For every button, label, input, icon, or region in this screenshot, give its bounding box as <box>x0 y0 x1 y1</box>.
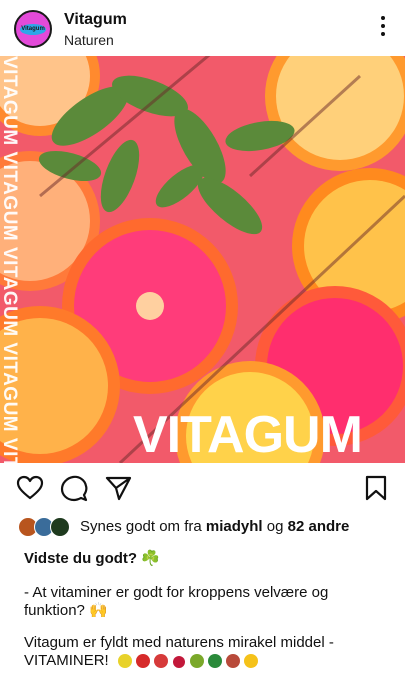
post-image[interactable] <box>0 56 405 463</box>
caption-line-vitamins: - At vitaminer er godt for kroppens velv… <box>24 584 329 619</box>
fruit-emoji-row <box>117 652 267 670</box>
account-name[interactable]: Vitagum <box>64 11 127 29</box>
post-location[interactable]: Naturen <box>64 32 114 48</box>
likes-connector: og <box>262 518 288 535</box>
likes-row: Synes godt om fra miadyhl og 82 andre <box>18 516 398 538</box>
more-options-icon[interactable] <box>379 16 387 40</box>
likes-prefix: Synes godt om fra <box>80 518 206 535</box>
citrus-photo <box>0 56 405 463</box>
share-icon[interactable] <box>104 474 132 502</box>
avatar-logo-text: Vitagum <box>21 26 45 32</box>
comment-icon[interactable] <box>60 474 88 502</box>
brand-overlay-text: VITAGUM <box>133 406 363 464</box>
side-overlay-text: VITAGUM VITAGUM VITAGUM VITAGUM VITAGUM <box>2 56 20 463</box>
post-actions <box>0 466 405 510</box>
account-avatar[interactable]: Vitagum <box>14 10 52 48</box>
likes-summary[interactable]: Synes godt om fra miadyhl og 82 andre <box>80 518 349 535</box>
post-caption: Vidste du godt? ☘️ - At vitaminer er god… <box>24 550 384 684</box>
bookmark-icon[interactable] <box>362 474 390 502</box>
caption-title: Vidste du godt? ☘️ <box>24 550 160 567</box>
heart-icon[interactable] <box>16 474 44 502</box>
likes-others-count[interactable]: 82 andre <box>288 518 350 535</box>
post-header: Vitagum Vitagum Naturen <box>0 0 405 56</box>
caption-line-vitagum: Vitagum er fyldt med naturens mirakel mi… <box>24 634 384 670</box>
liker-avatar[interactable] <box>50 517 70 537</box>
liker-username[interactable]: miadyhl <box>206 518 263 535</box>
